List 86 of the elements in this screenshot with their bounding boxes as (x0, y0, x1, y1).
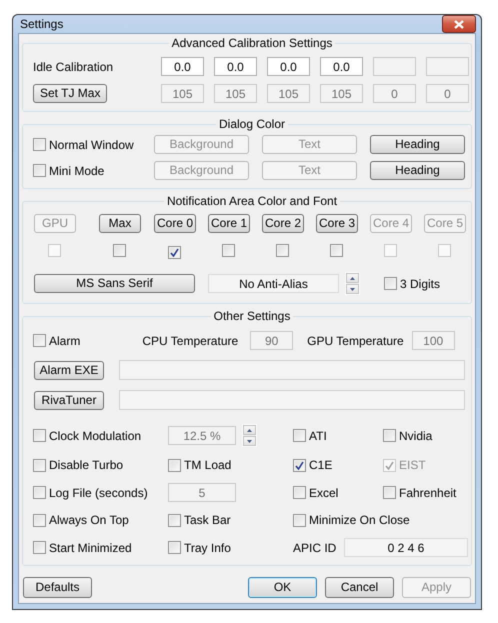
field-label: CPU Temperature (142, 332, 238, 350)
checkbox[interactable] (276, 244, 289, 257)
checkbox-label[interactable]: TM Load (184, 456, 232, 474)
checkbox-label[interactable]: Log File (seconds) (49, 484, 148, 502)
field-label: GPU Temperature (307, 332, 404, 350)
checkbox[interactable] (293, 429, 306, 442)
group-title: Other Settings (210, 309, 294, 323)
checkbox[interactable] (383, 429, 396, 442)
checkbox[interactable] (293, 514, 306, 526)
set-tjmax-button[interactable]: Set TJ Max (33, 84, 108, 103)
checkbox[interactable] (33, 429, 46, 442)
input-field[interactable]: 0.0 (214, 57, 257, 76)
input-field[interactable]: 0.0 (267, 57, 310, 76)
field-label: Idle Calibration (33, 58, 114, 76)
input-field[interactable]: 0 2 4 6 (344, 538, 468, 557)
checkbox-label[interactable]: Disable Turbo (49, 456, 124, 474)
checkbox-label[interactable]: Start Minimized (49, 538, 132, 556)
checkbox-label[interactable]: Mini Mode (49, 162, 104, 180)
checkbox-label[interactable]: Tray Info (184, 538, 231, 556)
checkbox-label[interactable]: 3 Digits (400, 274, 440, 292)
arrow-up-icon (350, 276, 355, 280)
color-button[interactable]: Heading (370, 161, 465, 180)
checkbox-label[interactable]: Alarm (49, 332, 80, 350)
source-button[interactable]: Core 2 (262, 214, 304, 233)
checkbox[interactable] (293, 458, 306, 472)
checkbox[interactable] (222, 244, 235, 257)
arrow-down-icon (350, 288, 355, 290)
input-field[interactable]: 0.0 (161, 57, 204, 76)
checkbox-label[interactable]: Clock Modulation (49, 426, 142, 444)
checkbox[interactable] (383, 486, 396, 499)
checkbox[interactable] (330, 244, 343, 257)
checkbox-label[interactable]: Always On Top (49, 511, 129, 529)
path-button[interactable]: RivaTuner (34, 390, 104, 410)
checkbox[interactable] (113, 244, 126, 257)
checkbox[interactable] (33, 486, 46, 499)
checkbox-label[interactable]: Minimize On Close (309, 511, 410, 529)
input-field[interactable]: 5 (168, 483, 236, 502)
spin-up-button[interactable] (243, 425, 256, 435)
checkbox[interactable] (33, 541, 46, 554)
input-field[interactable]: 12.5 % (168, 426, 236, 445)
checkbox[interactable] (168, 458, 181, 472)
font-button[interactable]: MS Sans Serif (34, 274, 195, 293)
spin-down-button[interactable] (243, 436, 256, 446)
source-button[interactable]: Core 1 (208, 214, 250, 233)
checkbox[interactable] (384, 277, 397, 290)
checkbox-label[interactable]: C1E (309, 456, 332, 474)
source-button[interactable]: Core 0 (154, 214, 196, 233)
dialog-button[interactable]: Cancel (325, 577, 394, 598)
checkbox-label[interactable]: ATI (309, 426, 327, 444)
source-button[interactable]: Max (99, 214, 141, 233)
window-title: Settings (19, 16, 64, 33)
input-field[interactable] (119, 360, 465, 380)
input-field[interactable]: 90 (250, 331, 294, 350)
dialog-button[interactable]: OK (248, 577, 317, 598)
field-label: APIC ID (293, 540, 336, 556)
group-title: Notification Area Color and Font (164, 194, 340, 208)
checkbox[interactable] (168, 246, 181, 259)
checkbox[interactable] (293, 486, 306, 499)
dialog-button[interactable]: Defaults (23, 577, 92, 598)
checkbox-label[interactable]: Fahrenheit (399, 484, 456, 502)
path-button[interactable]: Alarm EXE (34, 360, 104, 380)
close-button[interactable] (442, 15, 476, 33)
checkbox-label[interactable]: Excel (309, 484, 338, 502)
source-button[interactable]: Core 3 (316, 214, 358, 233)
group-title: Advanced Calibration Settings (168, 36, 336, 50)
arrow-up-icon (247, 428, 252, 432)
close-icon (454, 20, 464, 28)
checkbox[interactable] (33, 164, 46, 177)
checkbox-label[interactable]: Normal Window (49, 136, 134, 154)
checkbox[interactable] (33, 334, 46, 347)
checkbox[interactable] (33, 138, 46, 151)
input-field[interactable] (119, 390, 465, 410)
arrow-down-icon (247, 440, 252, 442)
checkbox-label[interactable]: Task Bar (184, 511, 231, 529)
checkbox-label[interactable]: Nvidia (399, 426, 432, 444)
color-button[interactable]: Heading (370, 135, 465, 154)
checkbox[interactable] (168, 541, 181, 554)
checkbox[interactable] (33, 458, 46, 472)
spin-down-button[interactable] (346, 284, 359, 294)
spin-up-button[interactable] (346, 273, 359, 283)
checkbox[interactable] (33, 514, 46, 526)
input-field[interactable]: 0.0 (320, 57, 363, 76)
input-field[interactable]: 100 (412, 331, 455, 350)
checkbox[interactable] (168, 514, 181, 526)
input-field[interactable]: No Anti-Alias (208, 274, 339, 293)
group-title: Dialog Color (216, 117, 288, 131)
